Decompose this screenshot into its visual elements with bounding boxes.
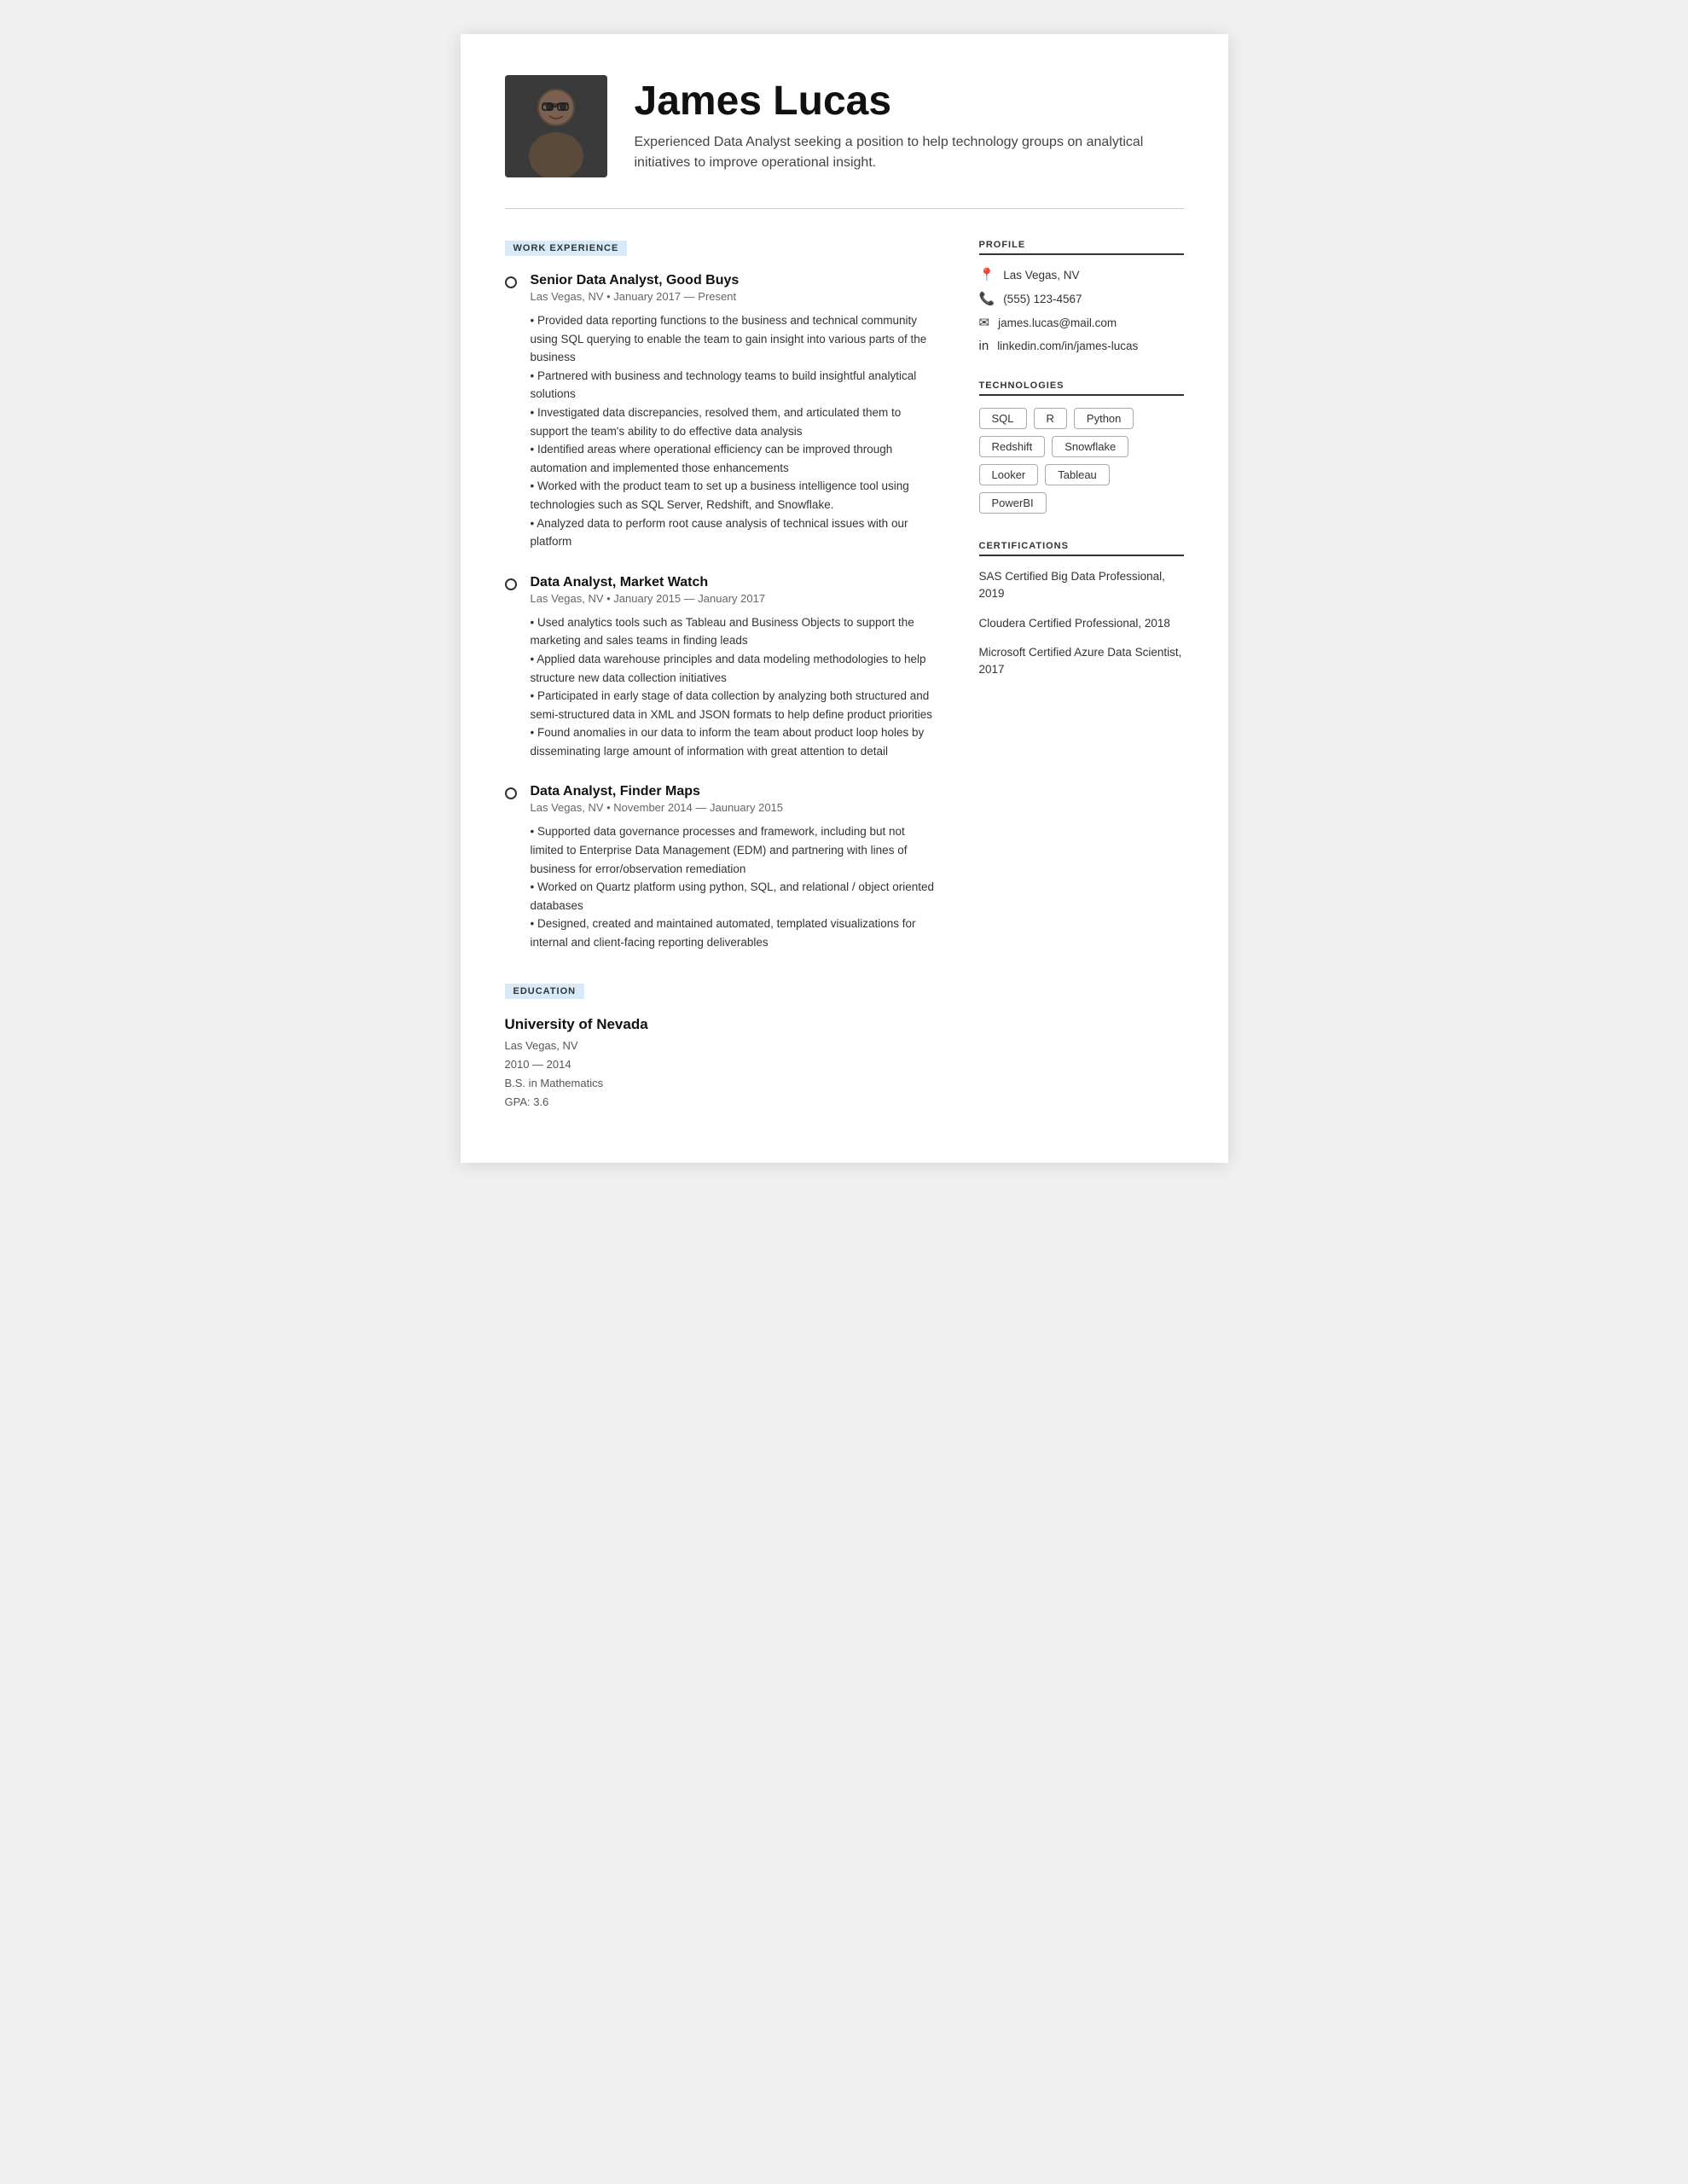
linkedin-icon: in — [979, 339, 989, 353]
profile-email: ✉ james.lucas@mail.com — [979, 315, 1184, 330]
tech-tag: Looker — [979, 464, 1039, 485]
email-icon: ✉ — [979, 315, 990, 330]
certifications-section: CERTIFICATIONS SAS Certified Big Data Pr… — [979, 541, 1184, 678]
right-column: PROFILE 📍 Las Vegas, NV 📞 (555) 123-4567… — [979, 240, 1184, 1112]
header-divider — [505, 208, 1184, 209]
main-layout: WORK EXPERIENCE Senior Data Analyst, Goo… — [505, 240, 1184, 1112]
job-content: Senior Data Analyst, Good Buys Las Vegas… — [531, 273, 938, 551]
tech-tag: Redshift — [979, 436, 1046, 457]
certs-container: SAS Certified Big Data Professional, 201… — [979, 568, 1184, 678]
job-dot — [505, 578, 517, 590]
avatar — [505, 75, 607, 177]
job-meta: Las Vegas, NV • January 2017 — Present — [531, 290, 938, 303]
job-meta: Las Vegas, NV • November 2014 — Jaunuary… — [531, 801, 938, 814]
tech-tag: R — [1034, 408, 1067, 429]
job-description: • Supported data governance processes an… — [531, 822, 938, 951]
candidate-name: James Lucas — [635, 79, 1184, 125]
jobs-container: Senior Data Analyst, Good Buys Las Vegas… — [505, 273, 938, 952]
header-info: James Lucas Experienced Data Analyst see… — [635, 79, 1184, 174]
cert-item: Cloudera Certified Professional, 2018 — [979, 615, 1184, 632]
job-item: Senior Data Analyst, Good Buys Las Vegas… — [505, 273, 938, 551]
certifications-label: CERTIFICATIONS — [979, 541, 1184, 556]
job-content: Data Analyst, Finder Maps Las Vegas, NV … — [531, 784, 938, 951]
technologies-section: TECHNOLOGIES SQL R Python Redshift Snowflake… — [979, 380, 1184, 514]
tech-grid: SQL R Python Redshift Snowflake Looker Tableau… — [979, 408, 1184, 514]
school-name: University of Nevada — [505, 1016, 938, 1033]
job-dot — [505, 276, 517, 288]
work-experience-section: WORK EXPERIENCE Senior Data Analyst, Goo… — [505, 240, 938, 952]
education-label: EDUCATION — [505, 984, 585, 999]
job-description: • Used analytics tools such as Tableau a… — [531, 613, 938, 761]
location-icon: 📍 — [979, 267, 995, 282]
profile-linkedin[interactable]: in linkedin.com/in/james-lucas — [979, 339, 1184, 353]
profile-label: PROFILE — [979, 240, 1184, 255]
header-section: James Lucas Experienced Data Analyst see… — [505, 75, 1184, 177]
school-gpa: GPA: 3.6 — [505, 1093, 938, 1112]
job-description: • Provided data reporting functions to t… — [531, 311, 938, 551]
profile-location: 📍 Las Vegas, NV — [979, 267, 1184, 282]
job-title: Data Analyst, Market Watch — [531, 575, 938, 590]
job-item: Data Analyst, Finder Maps Las Vegas, NV … — [505, 784, 938, 951]
job-meta: Las Vegas, NV • January 2015 — January 2… — [531, 592, 938, 605]
profile-section: PROFILE 📍 Las Vegas, NV 📞 (555) 123-4567… — [979, 240, 1184, 353]
phone-icon: 📞 — [979, 291, 995, 306]
job-title: Data Analyst, Finder Maps — [531, 784, 938, 799]
job-content: Data Analyst, Market Watch Las Vegas, NV… — [531, 575, 938, 761]
cert-item: Microsoft Certified Azure Data Scientist… — [979, 644, 1184, 679]
profile-phone: 📞 (555) 123-4567 — [979, 291, 1184, 306]
tech-tag: Snowflake — [1052, 436, 1128, 457]
tech-tag: Tableau — [1045, 464, 1110, 485]
work-experience-label: WORK EXPERIENCE — [505, 241, 628, 256]
tech-tag: PowerBI — [979, 492, 1047, 514]
school-degree: B.S. in Mathematics — [505, 1074, 938, 1093]
job-title: Senior Data Analyst, Good Buys — [531, 273, 938, 288]
tech-tag: Python — [1074, 408, 1134, 429]
school-years: 2010 — 2014 — [505, 1055, 938, 1074]
left-column: WORK EXPERIENCE Senior Data Analyst, Goo… — [505, 240, 938, 1112]
job-dot — [505, 787, 517, 799]
tech-tag: SQL — [979, 408, 1027, 429]
technologies-label: TECHNOLOGIES — [979, 380, 1184, 396]
cert-item: SAS Certified Big Data Professional, 201… — [979, 568, 1184, 603]
candidate-tagline: Experienced Data Analyst seeking a posit… — [635, 132, 1184, 173]
resume-container: James Lucas Experienced Data Analyst see… — [461, 34, 1228, 1163]
school-location: Las Vegas, NV — [505, 1037, 938, 1055]
job-item: Data Analyst, Market Watch Las Vegas, NV… — [505, 575, 938, 761]
education-section: EDUCATION University of Nevada Las Vegas… — [505, 983, 938, 1112]
